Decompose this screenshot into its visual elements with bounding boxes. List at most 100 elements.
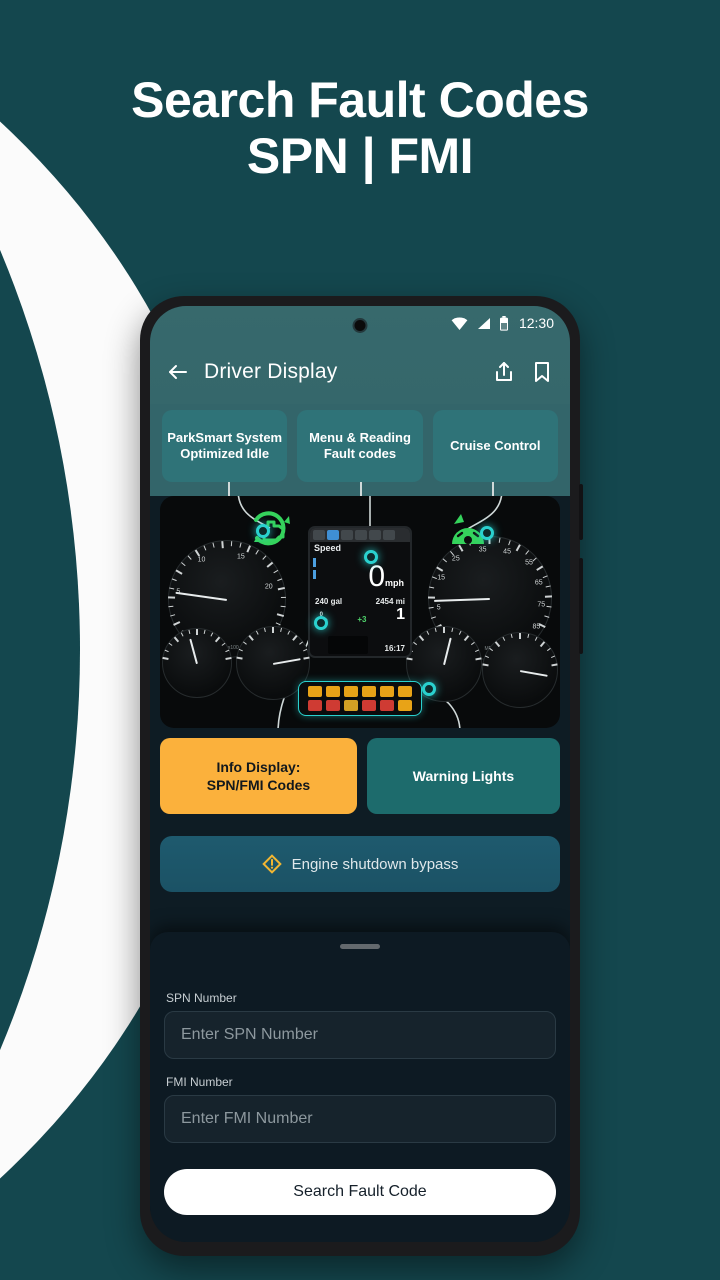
mfd-gear-assist: +3 xyxy=(357,615,367,624)
gauge-tick xyxy=(164,649,169,653)
telltale-check-engine-amber xyxy=(362,686,376,697)
info-display-button[interactable]: Info Display: SPN/FMI Codes xyxy=(160,738,357,814)
drag-handle[interactable] xyxy=(340,944,380,949)
fuel-needle xyxy=(272,658,301,665)
status-bar: 12:30 xyxy=(150,306,570,340)
gauge-tick xyxy=(203,545,207,551)
mfd-fuel-value: 240 gal xyxy=(315,597,343,606)
gauge-tick xyxy=(532,557,537,562)
gauge-tick xyxy=(168,642,173,646)
gauge-tick xyxy=(443,627,445,633)
gauge-tick xyxy=(230,541,233,547)
gauge-tick xyxy=(173,621,181,626)
mfd-fuel-odo-row: 240 gal 2454 mi xyxy=(310,591,410,606)
engine-shutdown-bypass-label: Engine shutdown bypass xyxy=(291,855,459,873)
gauge-tick xyxy=(430,616,437,619)
leader-line-3 xyxy=(492,482,494,496)
phone-side-button-power[interactable] xyxy=(579,484,583,540)
gauge-tick xyxy=(272,627,274,633)
gauge-tick xyxy=(551,655,556,658)
callout-leader-lines xyxy=(150,482,570,496)
gauge-tick xyxy=(194,549,201,557)
callout-node-cruise xyxy=(480,526,494,540)
gauge-tick xyxy=(263,627,266,633)
gauge-tick xyxy=(168,596,176,599)
gauge-tick xyxy=(544,615,550,618)
air-pressure-gauge xyxy=(482,632,558,708)
callout-chip-parksmart[interactable]: ParkSmart System Optimized Idle xyxy=(162,410,288,482)
telltale-dpf-amber xyxy=(326,686,340,697)
mfd-icon-settings xyxy=(383,530,395,540)
gauge-tick xyxy=(303,656,310,660)
mfd-icon-speed-active xyxy=(327,530,339,540)
gauge-tick xyxy=(180,632,184,637)
mfd-speed-readout: 0mph xyxy=(310,562,410,592)
gauge-tick xyxy=(266,561,274,568)
gauge-tick xyxy=(181,562,186,567)
gauge-tick xyxy=(168,605,174,608)
gauge-tick xyxy=(280,627,283,633)
warning-lights-button[interactable]: Warning Lights xyxy=(366,738,560,814)
gauge-tick xyxy=(546,647,551,652)
gauge-tick xyxy=(431,576,437,580)
gauge-tick xyxy=(519,633,521,639)
gauge-tick xyxy=(212,542,215,548)
gauge-tick xyxy=(221,642,226,646)
engine-shutdown-bypass-card[interactable]: Engine shutdown bypass xyxy=(160,836,560,892)
wifi-icon xyxy=(451,317,468,330)
gauge-tick xyxy=(534,636,538,641)
speedometer-needle xyxy=(433,598,491,602)
speed-tick-65: 65 xyxy=(534,579,543,587)
tach-tick-15: 15 xyxy=(237,553,245,561)
gauge-tick xyxy=(255,630,259,635)
gauge-tick xyxy=(243,641,247,645)
gauge-tick xyxy=(434,627,437,633)
phone-side-button-volume[interactable] xyxy=(579,558,583,654)
gauge-tick xyxy=(236,656,243,660)
gauge-tick xyxy=(188,629,191,634)
truck-dashboard-image: 0 5 10 15 20 25 RPM x100 5 xyxy=(160,496,560,728)
search-fault-code-button[interactable]: Search Fault Code xyxy=(164,1169,556,1215)
fmi-number-input[interactable] xyxy=(164,1095,556,1143)
gauge-tick xyxy=(498,537,501,543)
mfd-icon-dot xyxy=(313,530,325,540)
gauge-tick xyxy=(494,641,501,648)
callout-node-parksmart xyxy=(256,524,270,538)
gauge-tick xyxy=(262,555,267,560)
gauge-tick xyxy=(451,627,454,633)
gauge-tick xyxy=(210,632,214,637)
mfd-odometer-value: 2454 mi xyxy=(375,597,405,606)
gauge-tick xyxy=(280,596,286,599)
info-display-line-2: SPN/FMI Codes xyxy=(206,777,311,793)
cell-signal-icon xyxy=(477,317,490,329)
gauge-tick xyxy=(214,636,221,643)
telltale-fuel-filter-amber xyxy=(398,700,412,711)
gauge-tick xyxy=(428,606,434,609)
gauge-tick xyxy=(551,663,558,667)
gauge-tick xyxy=(418,635,425,642)
promo-headline: Search Fault Codes SPN | FMI xyxy=(0,72,720,184)
bookmark-icon[interactable] xyxy=(530,359,554,385)
callout-chip-cruise-control[interactable]: Cruise Control xyxy=(432,410,558,482)
gauge-tick xyxy=(203,629,206,634)
gauge-tick xyxy=(436,566,444,572)
callout-chip-menu-fault-codes[interactable]: Menu & Reading Fault codes xyxy=(297,410,423,482)
gauge-tick xyxy=(170,614,176,617)
gauge-tick xyxy=(525,550,530,555)
warning-telltale-cluster xyxy=(298,681,422,716)
headline-line-2: SPN | FMI xyxy=(246,128,474,184)
arrow-left-icon[interactable] xyxy=(166,359,190,385)
telltale-engine-amber xyxy=(308,686,322,697)
air-pressure-needle xyxy=(519,670,548,677)
share-icon[interactable] xyxy=(492,359,516,385)
gauge-tick xyxy=(287,630,291,635)
gauge-tick xyxy=(277,586,285,591)
secondary-gauge-left-lower xyxy=(162,628,232,698)
tach-tick-20: 20 xyxy=(264,583,273,591)
gauge-tick xyxy=(238,648,243,652)
fmi-number-label: FMI Number xyxy=(166,1075,233,1089)
gauge-tick xyxy=(275,622,281,626)
gauge-tick xyxy=(187,555,192,560)
speed-tick-75: 75 xyxy=(537,601,546,609)
spn-number-input[interactable] xyxy=(164,1011,556,1059)
